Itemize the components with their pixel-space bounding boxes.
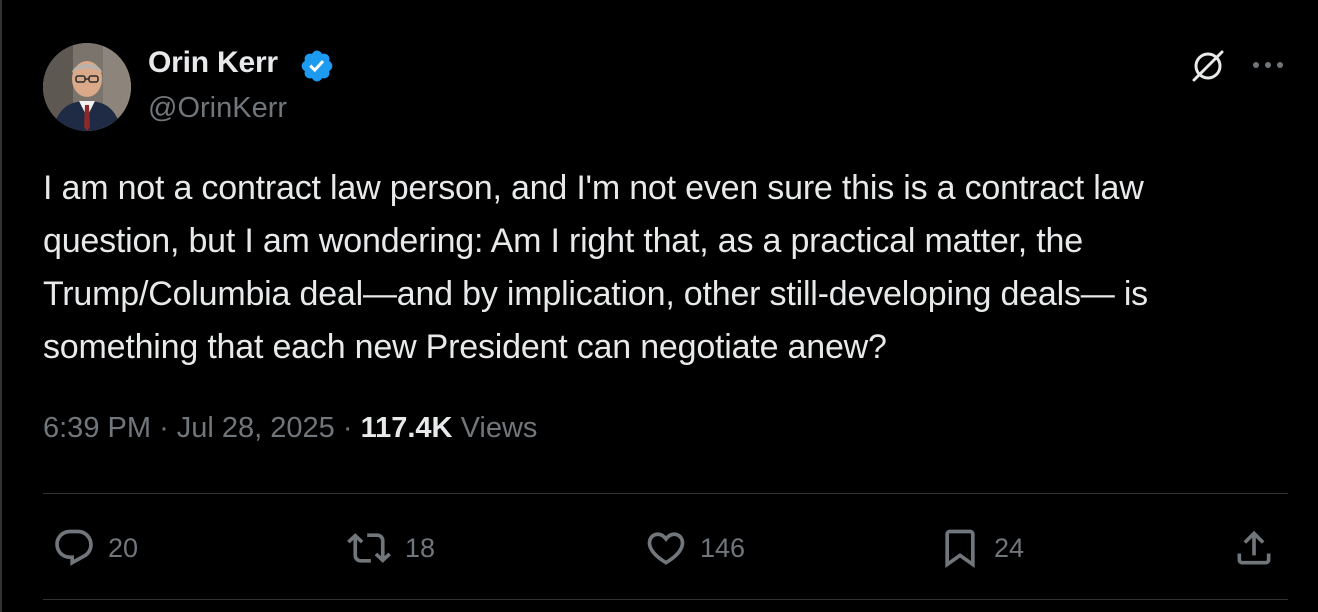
reply-button[interactable]: 20 — [52, 526, 138, 570]
divider-bottom — [43, 599, 1288, 600]
heart-icon — [647, 532, 685, 565]
author-handle[interactable]: @OrinKerr — [148, 92, 287, 125]
avatar[interactable] — [43, 43, 131, 131]
tweet-meta: 6:39 PM · Jul 28, 2025 · 117.4K Views — [43, 412, 537, 445]
repost-icon — [347, 533, 391, 563]
more-horizontal-icon[interactable] — [1250, 50, 1286, 80]
grok-icon[interactable] — [1188, 46, 1228, 86]
meta-separator: · — [342, 412, 361, 444]
bookmark-count: 24 — [994, 532, 1025, 563]
repost-button[interactable]: 18 — [345, 526, 435, 570]
bookmark-button[interactable]: 24 — [938, 526, 1024, 570]
meta-separator: · — [159, 412, 177, 444]
reply-count: 20 — [108, 532, 139, 563]
share-button[interactable] — [1232, 526, 1276, 570]
left-border — [0, 0, 2, 612]
tweet-text: I am not a contract law person, and I'm … — [43, 169, 1148, 366]
reply-icon — [55, 529, 93, 566]
display-name[interactable]: Orin Kerr — [148, 46, 278, 80]
views-count: 117.4K — [360, 412, 453, 444]
views-label: Views — [460, 412, 538, 444]
like-button[interactable]: 146 — [644, 526, 745, 570]
share-icon — [1237, 530, 1271, 565]
like-count: 146 — [700, 532, 746, 563]
tweet-time[interactable]: 6:39 PM — [43, 412, 151, 444]
bookmark-icon — [945, 529, 975, 569]
verified-badge-icon — [301, 50, 333, 82]
tweet-date[interactable]: Jul 28, 2025 — [177, 412, 335, 444]
repost-count: 18 — [405, 532, 436, 563]
divider-top — [43, 493, 1288, 494]
